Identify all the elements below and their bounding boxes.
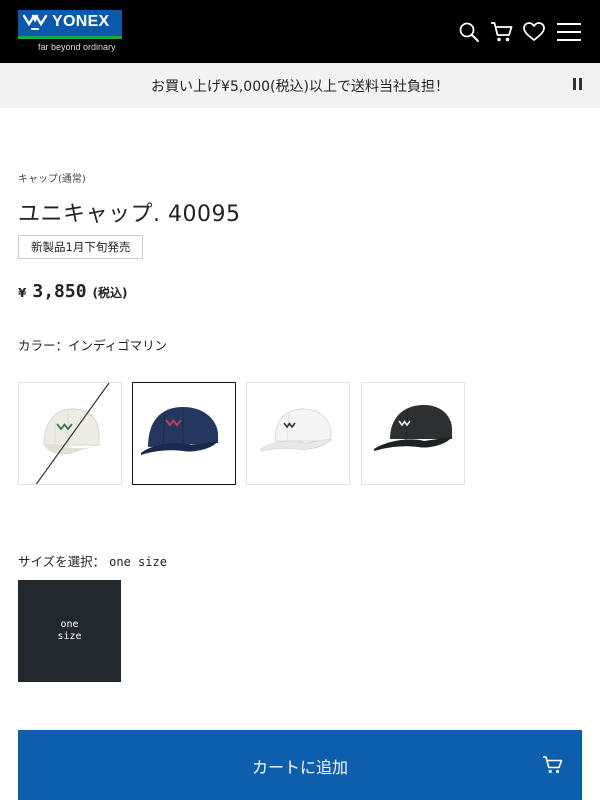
cart-icon — [543, 756, 563, 774]
add-to-cart-label: カートに追加 — [251, 758, 348, 777]
price-tax-note: (税込) — [92, 286, 128, 300]
size-option-one-size[interactable]: one size — [18, 580, 121, 682]
shipping-banner-text: お買い上げ¥5,000(税込)以上で送料当社負担！ — [151, 79, 449, 95]
swatch-ivory-sold-out[interactable] — [18, 382, 122, 485]
product-category[interactable]: キャップ(通常) — [18, 170, 86, 185]
swatch-indigo-marine-selected[interactable] — [132, 382, 236, 485]
size-selected-value: one size — [109, 555, 167, 569]
product-price: ¥3,850 (税込) — [18, 281, 128, 302]
logo-text: YONEX — [52, 13, 110, 30]
cap-image — [374, 405, 452, 451]
product-title: ユニキャップ. 40095 — [18, 202, 241, 227]
add-to-cart-button[interactable]: カートに追加 — [18, 730, 582, 800]
swatch-white[interactable] — [246, 382, 350, 485]
cap-image — [141, 407, 218, 455]
cap-image — [35, 383, 110, 484]
size-option-label: one size — [57, 619, 82, 642]
swatch-black[interactable] — [361, 382, 465, 485]
heart-icon[interactable] — [520, 18, 548, 46]
size-label-text: サイズを選択： — [18, 554, 106, 569]
release-badge: 新製品1月下旬発売 — [18, 235, 144, 259]
search-icon[interactable] — [455, 18, 483, 46]
color-label: カラー：インディゴマリン — [18, 338, 168, 353]
price-amount: 3,850 — [32, 281, 87, 302]
menu-icon[interactable] — [555, 18, 583, 46]
size-label: サイズを選択： one size — [18, 551, 167, 570]
yonex-logo-mark-icon — [22, 14, 48, 30]
shipping-banner: お買い上げ¥5,000(税込)以上で送料当社負担！ — [0, 63, 600, 108]
logo-underline — [18, 36, 122, 39]
cart-icon[interactable] — [488, 18, 516, 46]
site-header: YONEX far beyond ordinary — [0, 0, 600, 63]
price-currency: ¥ — [18, 286, 27, 300]
cap-image — [260, 408, 332, 452]
tagline: far beyond ordinary — [38, 42, 116, 52]
pause-icon[interactable] — [570, 77, 586, 93]
yonex-logo[interactable]: YONEX — [18, 10, 122, 36]
